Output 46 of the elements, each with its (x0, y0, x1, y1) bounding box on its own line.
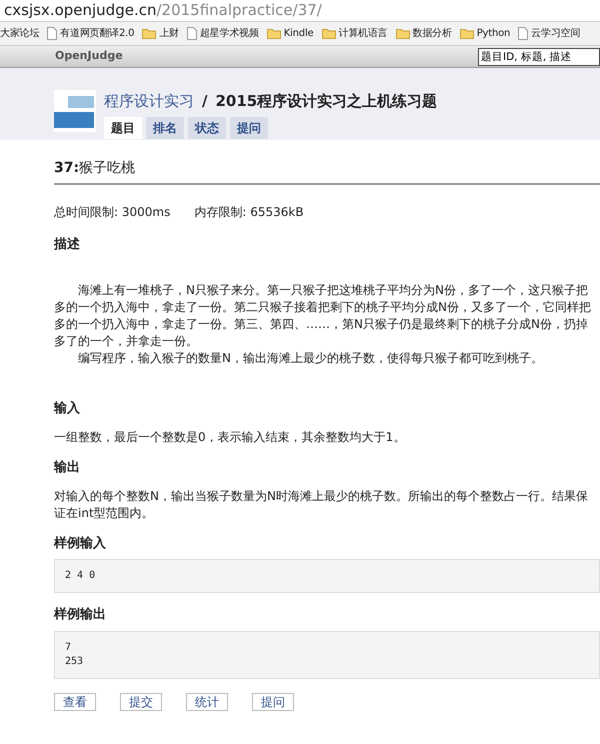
tab[interactable]: 提问 (230, 116, 268, 138)
brand-link[interactable]: OpenJudge (55, 48, 123, 65)
url-host: cxsjsx.openjudge.cn (4, 1, 156, 19)
bookmark-item[interactable]: 云学习空间 (518, 26, 580, 41)
group-link[interactable]: 程序设计实习 (104, 90, 194, 112)
section-heading: 输入 (54, 401, 81, 417)
bookmark-item[interactable]: Kindle (266, 26, 314, 41)
page-icon (518, 27, 528, 40)
sample-box: 2 4 0 (54, 559, 600, 594)
bookmark-item[interactable]: 大家论坛 (0, 26, 40, 41)
folder-icon (266, 28, 281, 39)
description-text: 对输入的每个整数N，输出当猴子数量为N时海滩上最少的桃子数。所输出的每个整数占一行。结果保证在int型范围内。 (54, 488, 589, 522)
search-field[interactable]: 题目ID, 标题, 描述 (478, 48, 600, 66)
tab[interactable]: 状态 (188, 116, 226, 138)
action-link[interactable]: 查看 (54, 692, 96, 711)
limit-text: 内存限制: 65536kB (194, 204, 304, 221)
action-link[interactable]: 提问 (252, 692, 294, 711)
bookmark-item[interactable]: 上财 (142, 26, 179, 41)
page-icon (47, 27, 58, 40)
section-heading: 样例输入 (54, 536, 107, 552)
problem-title: 37:猴子吃桃 (54, 140, 600, 185)
description-text: 海滩上有一堆桃子，N只猴子来分。第一只猴子把这堆桃子平均分为N份，多了一个，这只猴子把多的一个扔入海中，拿走了一份。第二只猴子接着把剩下的桃子平均分成N份，又多了一个，它同样把多的一个扔入海中，拿走了一份。第三、第四、……，第N只猴子仍是最终剩下的桃子分成N份，扔掉多了的一个，并拿走一份。 (54, 282, 592, 350)
bookmark-item[interactable]: 计算机语言 (322, 26, 388, 41)
tab[interactable]: 题目 (104, 116, 142, 138)
separator: / (202, 91, 208, 112)
folder-icon (460, 28, 474, 39)
bookmark-item[interactable]: Python (460, 26, 510, 41)
folder-icon (396, 28, 410, 39)
url-path: /2015finalpractice/37/ (156, 1, 322, 19)
action-link[interactable]: 提交 (120, 692, 162, 711)
folder-icon (322, 28, 336, 39)
sample-box: 7 253 (54, 630, 600, 679)
folder-icon (142, 28, 156, 39)
bookmark-item[interactable]: 数据分析 (396, 26, 452, 41)
description-text: 编写程序，输入猴子的数量N，输出海滩上最少的桃子数，使得每只猴子都可吃到桃子。 (77, 350, 544, 368)
bookmark-item[interactable]: 有道网页翻译2.0 (47, 26, 134, 41)
limit-text: 总时间限制: 3000ms (54, 204, 170, 221)
page-icon (186, 27, 197, 40)
action-link[interactable]: 统计 (186, 692, 228, 711)
description-text: 一组整数，最后一个整数是0，表示输入结束，其余整数均大于1。 (54, 428, 406, 446)
section-heading: 样例输出 (54, 607, 107, 623)
contest-title: 2015程序设计实习之上机练习题 (215, 91, 438, 112)
tab[interactable]: 排名 (146, 116, 184, 138)
section-heading: 输出 (54, 460, 81, 476)
section-heading: 描述 (54, 236, 81, 252)
bookmark-item[interactable]: 超星学术视频 (186, 26, 259, 41)
